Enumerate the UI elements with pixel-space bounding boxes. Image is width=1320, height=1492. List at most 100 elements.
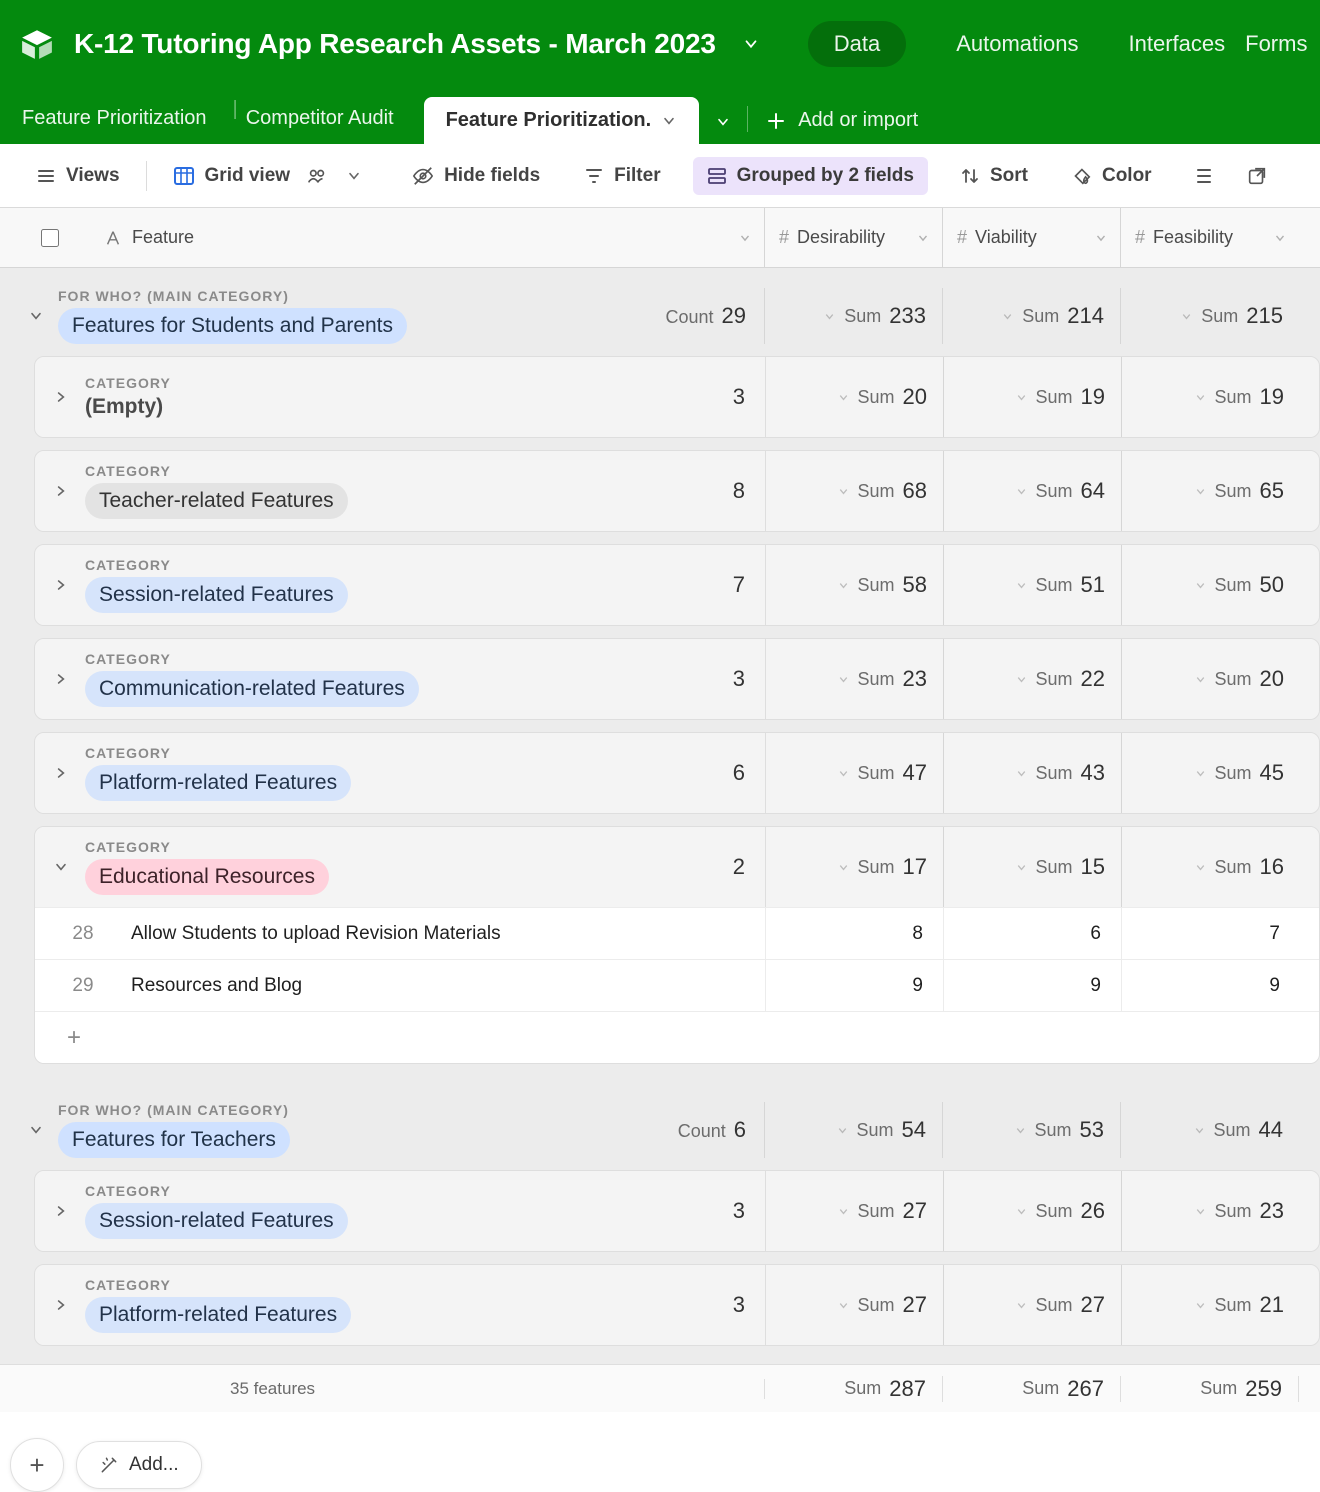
nav-automations[interactable]: Automations [956,31,1078,57]
tab-overflow-chevron[interactable] [699,104,747,144]
sum-desirability[interactable]: Sum 20 [766,357,944,437]
add-or-import[interactable]: Add or import [748,109,918,144]
sum-desirability[interactable]: Sum 27 [766,1265,944,1345]
sum-viability[interactable]: Sum 43 [944,733,1122,813]
base-title-chevron-icon[interactable] [742,35,760,53]
chevron-right-icon[interactable] [53,577,69,593]
hide-fields-button[interactable]: Hide fields [402,157,550,195]
subgroup-header[interactable]: CATEGORY Session-related Features 3 Sum … [35,1171,1319,1251]
table-row[interactable]: 28 Allow Students to upload Revision Mat… [35,907,1319,959]
sum-desirability[interactable]: Sum 58 [766,545,944,625]
chevron-down-icon[interactable] [916,231,930,245]
add-row-button[interactable]: + [35,1011,1319,1063]
main-group-header[interactable]: FOR WHO? (MAIN CATEGORY) Features for St… [0,288,1320,344]
subgroup-header[interactable]: CATEGORY Session-related Features 7 Sum … [35,545,1319,625]
tab-active-feature-prioritization[interactable]: Feature Prioritization. [424,97,700,144]
sum-desirability[interactable]: Sum 233 [765,288,943,344]
sum-viability[interactable]: Sum 19 [944,357,1122,437]
sum-feasibility[interactable]: Sum 23 [1122,1171,1300,1251]
sum-feasibility[interactable]: Sum 21 [1122,1265,1300,1345]
table-row[interactable]: 29 Resources and Blog 9 9 9 [35,959,1319,1011]
chevron-down-icon[interactable] [661,113,677,129]
row-feature[interactable]: Resources and Blog [131,960,766,1011]
grid-view-button[interactable]: Grid view [163,157,373,195]
select-all-checkbox[interactable] [0,208,100,267]
grouped-by-chip[interactable]: Grouped by 2 fields [693,157,928,195]
chevron-down-icon[interactable] [1094,231,1108,245]
views-button[interactable]: Views [26,157,130,195]
sum-feasibility[interactable]: Sum 16 [1122,827,1300,907]
chevron-down-icon[interactable] [53,859,69,875]
sort-button[interactable]: Sort [950,157,1038,195]
row-feasibility[interactable]: 9 [1122,960,1300,1011]
color-button[interactable]: Color [1060,157,1162,195]
tab-feature-prioritization[interactable]: Feature Prioritization [22,97,225,144]
sum-viability[interactable]: Sum 51 [944,545,1122,625]
chevron-down-icon[interactable] [28,308,44,324]
row-viability[interactable]: 9 [944,960,1122,1011]
sum-feasibility[interactable]: Sum 44 [1121,1102,1299,1158]
chevron-right-icon[interactable] [53,671,69,687]
sum-viability[interactable]: Sum 22 [944,639,1122,719]
chevron-down-icon[interactable] [1273,231,1287,245]
share-view-button[interactable] [1236,157,1278,195]
chevron-down-icon[interactable] [738,231,752,245]
chevron-right-icon[interactable] [53,1297,69,1313]
base-title[interactable]: K-12 Tutoring App Research Assets - Marc… [74,28,716,60]
sum-desirability[interactable]: Sum 23 [766,639,944,719]
people-icon[interactable] [306,165,328,187]
sum-feasibility[interactable]: Sum 215 [1121,288,1299,344]
sum-viability[interactable]: Sum 64 [944,451,1122,531]
row-desirability[interactable]: 9 [766,960,944,1011]
column-desirability[interactable]: # Desirability [765,208,943,267]
sum-viability[interactable]: Sum 214 [943,288,1121,344]
chevron-right-icon[interactable] [53,1203,69,1219]
row-height-button[interactable] [1184,158,1224,194]
subgroup-header[interactable]: CATEGORY (Empty) 3 Sum 20 Sum 19 Sum 19 [35,357,1319,437]
sum-viability[interactable]: Sum 27 [944,1265,1122,1345]
sum-feasibility[interactable]: Sum 20 [1122,639,1300,719]
filter-button[interactable]: Filter [574,157,670,195]
sum-feasibility[interactable]: Sum 65 [1122,451,1300,531]
sum-feasibility[interactable]: Sum 45 [1122,733,1300,813]
nav-data[interactable]: Data [808,21,906,67]
sum-desirability[interactable]: Sum 27 [766,1171,944,1251]
row-feature[interactable]: Allow Students to upload Revision Materi… [131,908,766,959]
column-feasibility[interactable]: # Feasibility [1121,208,1299,267]
chevron-right-icon[interactable] [53,765,69,781]
chevron-down-icon[interactable] [28,1122,44,1138]
sum-desirability[interactable]: Sum 54 [765,1102,943,1158]
subgroup-header[interactable]: CATEGORY Communication-related Features … [35,639,1319,719]
subgroup-header[interactable]: CATEGORY Platform-related Features 3 Sum… [35,1265,1319,1345]
column-viability[interactable]: # Viability [943,208,1121,267]
main-group-header[interactable]: FOR WHO? (MAIN CATEGORY) Features for Te… [0,1102,1320,1158]
subgroup-header[interactable]: CATEGORY Educational Resources 2 Sum 17 … [35,827,1319,907]
main-group-count[interactable]: Count 29 [665,303,746,329]
sum-feasibility[interactable]: Sum 19 [1122,357,1300,437]
row-feasibility[interactable]: 7 [1122,908,1300,959]
nav-forms[interactable]: Forms [1245,31,1307,57]
sum-desirability[interactable]: Sum 68 [766,451,944,531]
footer-sum-feasibility[interactable]: Sum 259 [1121,1376,1299,1402]
sum-feasibility[interactable]: Sum 50 [1122,545,1300,625]
tab-competitor-audit[interactable]: Competitor Audit [246,97,412,144]
chevron-right-icon[interactable] [53,389,69,405]
sum-viability[interactable]: Sum 26 [944,1171,1122,1251]
sum-viability[interactable]: Sum 15 [944,827,1122,907]
chevron-down-icon[interactable] [346,168,362,184]
sum-desirability[interactable]: Sum 47 [766,733,944,813]
chevron-right-icon[interactable] [53,483,69,499]
footer-sum-desirability[interactable]: Sum 287 [765,1376,943,1402]
nav-interfaces[interactable]: Interfaces [1129,31,1226,57]
row-desirability[interactable]: 8 [766,908,944,959]
add-record-button[interactable]: + [10,1438,64,1492]
select-all-input[interactable] [41,229,59,247]
subgroup-header[interactable]: CATEGORY Teacher-related Features 8 Sum … [35,451,1319,531]
footer-row-count[interactable]: 35 features [0,1379,765,1399]
subgroup-header[interactable]: CATEGORY Platform-related Features 6 Sum… [35,733,1319,813]
row-viability[interactable]: 6 [944,908,1122,959]
main-group-count[interactable]: Count 6 [678,1117,746,1143]
footer-sum-viability[interactable]: Sum 267 [943,1376,1121,1402]
add-extension-button[interactable]: Add... [76,1441,202,1489]
column-feature[interactable]: Feature [100,208,765,267]
